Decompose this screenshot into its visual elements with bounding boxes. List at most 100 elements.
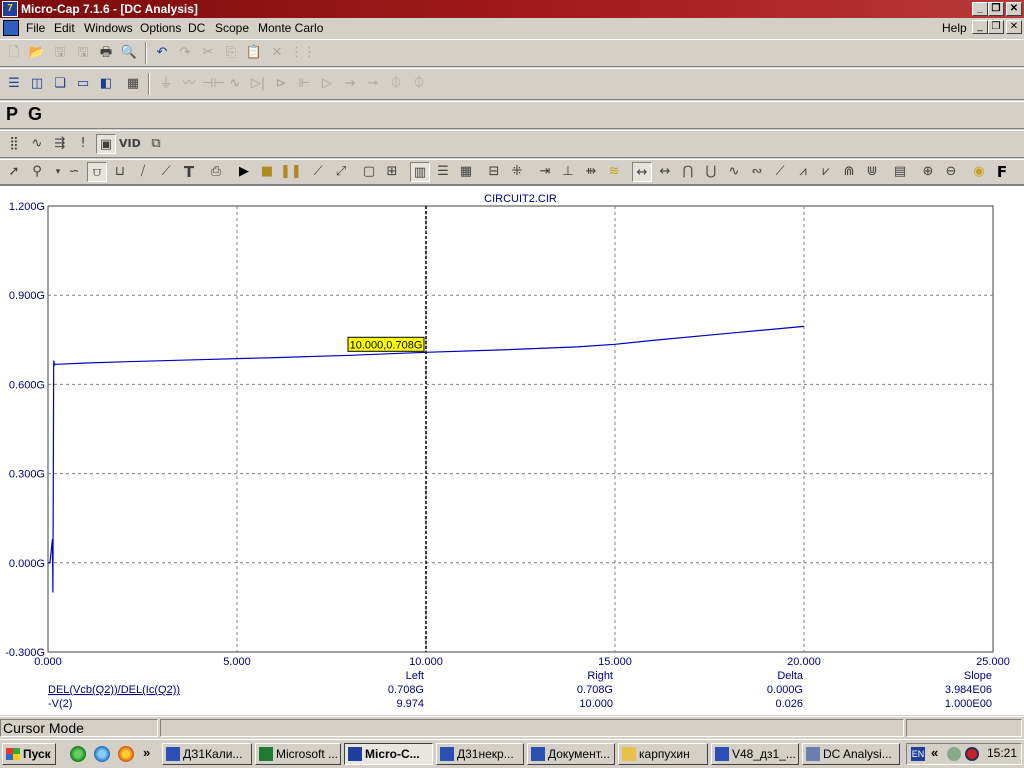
media-player-icon[interactable] xyxy=(118,746,134,762)
probe-icon[interactable]: ǃ xyxy=(73,134,93,154)
start-button[interactable]: Пуск xyxy=(2,743,56,765)
doc-restore-button[interactable]: ❐ xyxy=(988,20,1004,34)
baseline-icon[interactable]: ⊟ xyxy=(484,162,504,182)
ruler-icon[interactable]: ⇻ xyxy=(581,162,601,182)
menu-windows[interactable]: Windows xyxy=(84,21,133,35)
font-icon[interactable]: F xyxy=(992,162,1012,182)
inflection-icon[interactable]: ⟋ xyxy=(770,162,790,182)
plot-on-icon[interactable]: ≋ xyxy=(604,162,624,182)
component-mode-icon[interactable]: ⚲ xyxy=(27,162,47,182)
taskbar-button[interactable]: Документ... xyxy=(527,743,615,765)
doc-close-button[interactable]: ✕ xyxy=(1006,20,1022,34)
global-high-icon[interactable]: ⩘ xyxy=(793,162,813,182)
ground-icon[interactable]: ⏚ xyxy=(156,74,176,94)
desktop-quicklaunch-icon[interactable] xyxy=(70,746,86,762)
new-file-icon[interactable]: 🗋 xyxy=(4,43,24,63)
taskbar-button[interactable]: Д31некр... xyxy=(436,743,524,765)
next-interpolated-icon[interactable]: ↔ xyxy=(655,162,675,182)
language-indicator[interactable]: EN xyxy=(911,747,925,761)
p-button[interactable]: P xyxy=(6,104,18,125)
point-tag-icon[interactable]: ⊔ xyxy=(110,162,130,182)
minimize-button[interactable]: _ xyxy=(972,2,988,16)
grid-icon[interactable]: ⊞ xyxy=(382,162,402,182)
global-low-icon[interactable]: ⩗ xyxy=(816,162,836,182)
print-icon[interactable]: 🖶 xyxy=(96,43,116,63)
delete-icon[interactable]: ✕ xyxy=(267,43,287,63)
buffer-icon[interactable]: → xyxy=(340,74,360,94)
high-icon[interactable]: ∿ xyxy=(724,162,744,182)
save-icon[interactable]: 🖫 xyxy=(50,43,70,63)
frame-icon[interactable]: ▢ xyxy=(359,162,379,182)
peak-icon[interactable]: ⋂ xyxy=(678,162,698,182)
vertical-tag-icon[interactable]: ⟋ xyxy=(156,162,176,182)
taskbar-button[interactable]: ДЗ1Кали... xyxy=(162,743,252,765)
cut-icon[interactable]: ✂ xyxy=(198,43,218,63)
tile-vertical-icon[interactable]: ◫ xyxy=(27,74,47,94)
resistor-icon[interactable]: 〰 xyxy=(179,74,199,94)
low-icon[interactable]: ∾ xyxy=(747,162,767,182)
taskbar-button[interactable]: Micro-C... xyxy=(344,743,433,765)
horizontal-grid-icon[interactable]: ☰ xyxy=(433,162,453,182)
source-icon[interactable]: ⏀ xyxy=(409,74,429,94)
print-preview-icon[interactable]: 🔍 xyxy=(119,43,139,63)
vid-icon[interactable]: VID xyxy=(119,134,141,154)
run-icon[interactable]: ▶ xyxy=(234,162,254,182)
quicklaunch-more[interactable]: » xyxy=(143,745,150,760)
menu-edit[interactable]: Edit xyxy=(54,21,75,35)
zoom-window-icon[interactable]: ⧉ xyxy=(146,134,166,154)
waveform-icon[interactable]: ∿ xyxy=(27,134,47,154)
menu-scope[interactable]: Scope xyxy=(215,21,249,35)
select-arrow-icon[interactable]: ➚ xyxy=(4,162,24,182)
undo-icon[interactable]: ↶ xyxy=(152,43,172,63)
battery-icon[interactable]: ⏀ xyxy=(386,74,406,94)
calculator-icon[interactable]: ▦ xyxy=(123,74,143,94)
crosshair-icon[interactable]: ⁜ xyxy=(507,162,527,182)
capacitor-icon[interactable]: ⊣⊢ xyxy=(202,74,225,94)
line-icon[interactable]: ⟋ xyxy=(308,162,328,182)
mosfet-icon[interactable]: ⊩ xyxy=(294,74,314,94)
analysis-limits-icon[interactable]: ⣿ xyxy=(4,134,24,154)
split-window-icon[interactable]: ◧ xyxy=(96,74,116,94)
taskbar-button[interactable]: Microsoft ... xyxy=(255,743,341,765)
antivirus-icon[interactable] xyxy=(965,747,979,761)
plot-area[interactable]: 0.000 5.000 10.000 15.000 20.000 25.000 1.200G… xyxy=(0,185,1024,715)
arrow-line-icon[interactable]: ⤢ xyxy=(331,162,351,182)
menu-dc[interactable]: DC xyxy=(188,21,205,35)
cursor-mode-icon[interactable]: ⩌ xyxy=(87,162,107,182)
tile-horizontal-icon[interactable]: ☰ xyxy=(4,74,24,94)
inductor-icon[interactable]: ∿ xyxy=(225,74,245,94)
pause-icon[interactable]: ❚❚ xyxy=(280,162,302,182)
tokens-icon[interactable]: ⊥ xyxy=(558,162,578,182)
color-icon[interactable]: ◉ xyxy=(969,162,989,182)
top-icon[interactable]: ⋒ xyxy=(839,162,859,182)
plot-properties-icon[interactable]: ▣ xyxy=(96,134,116,154)
cascade-icon[interactable]: ❏ xyxy=(50,74,70,94)
data-points-icon[interactable]: ⇥ xyxy=(535,162,555,182)
transistor-icon[interactable]: ⊳ xyxy=(271,74,291,94)
bottom-icon[interactable]: ⋓ xyxy=(862,162,882,182)
restore-button[interactable]: ❐ xyxy=(988,2,1004,16)
document-window-icon[interactable] xyxy=(3,20,19,36)
tray-expand[interactable]: « xyxy=(931,745,938,760)
copy-icon[interactable]: ⎘ xyxy=(221,43,241,63)
g-button[interactable]: G xyxy=(28,104,42,125)
microcap-app-icon[interactable]: 7 xyxy=(2,1,18,17)
dc-analysis-chart[interactable]: 0.000 5.000 10.000 15.000 20.000 25.0001.200G… xyxy=(0,186,1024,716)
stop-icon[interactable]: ■ xyxy=(257,162,277,182)
minor-grid-icon[interactable]: ▥ xyxy=(410,162,430,182)
zoom-out-icon[interactable]: ⊖ xyxy=(941,162,961,182)
text-mode-icon[interactable]: T xyxy=(179,162,199,182)
switch-icon[interactable]: ⊸ xyxy=(363,74,383,94)
taskbar-button[interactable]: V48_дз1_... xyxy=(711,743,799,765)
next-simulation-icon[interactable]: ↔ xyxy=(632,162,652,182)
zoom-in-icon[interactable]: ⊕ xyxy=(918,162,938,182)
internet-explorer-icon[interactable] xyxy=(94,746,110,762)
redo-icon[interactable]: ↷ xyxy=(175,43,195,63)
select-all-icon[interactable]: ⋮⋮ xyxy=(290,43,316,63)
menu-file[interactable]: File xyxy=(26,21,45,35)
paste-icon[interactable]: 📋 xyxy=(244,43,264,63)
menu-options[interactable]: Options xyxy=(140,21,181,35)
taskbar-button[interactable]: DC Analysi... xyxy=(802,743,900,765)
diode-icon[interactable]: ▷| xyxy=(248,74,268,94)
taskbar-button[interactable]: карпухин xyxy=(618,743,708,765)
